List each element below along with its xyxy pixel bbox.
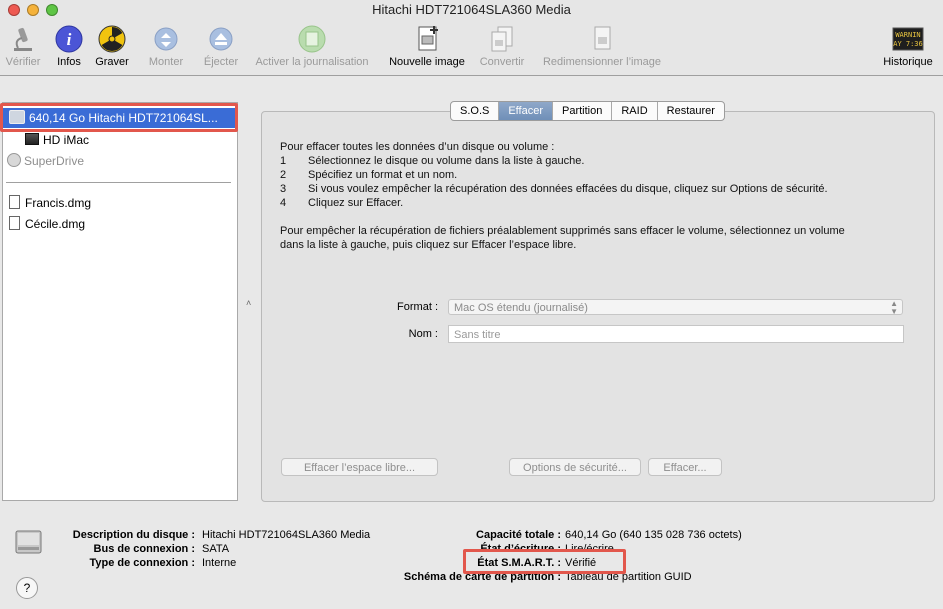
sidebar-item-volume[interactable]: HD iMac: [25, 130, 89, 150]
info-icon: i: [54, 24, 84, 54]
total-capacity-value: 640,14 Go (640 135 028 736 octets): [565, 529, 742, 541]
info-button[interactable]: i Infos: [53, 24, 85, 68]
step-text: Si vous voulez empêcher la récupération …: [308, 183, 828, 195]
convert-icon: [487, 24, 517, 54]
svg-text:i: i: [67, 30, 72, 49]
burn-label: Graver: [95, 56, 129, 68]
disk-highlight-box: [0, 103, 238, 132]
security-options-button[interactable]: Options de sécurité...: [509, 458, 641, 476]
sidebar-item-image-cecile[interactable]: Cécile.dmg: [9, 214, 85, 234]
help-button[interactable]: ?: [16, 577, 38, 599]
smart-highlight-box: [463, 549, 626, 574]
resize-image-label: Redimensionner l’image: [542, 56, 661, 68]
mount-button[interactable]: Monter: [146, 24, 186, 68]
log-icon-text-2: AY 7:36: [893, 40, 923, 48]
sidebar-item-superdrive[interactable]: SuperDrive: [7, 151, 84, 171]
sidebar-superdrive-label: SuperDrive: [24, 154, 85, 168]
step-number: 3: [280, 183, 287, 195]
step-text: Cliquez sur Effacer.: [308, 197, 404, 209]
info-label: Infos: [57, 56, 81, 68]
disk-description-value: Hitachi HDT721064SLA360 Media: [202, 529, 371, 541]
free-space-info-line2: dans la liste à gauche, puis cliquez sur…: [280, 239, 577, 251]
format-label: Format :: [397, 301, 438, 313]
sidebar-item-image-francis[interactable]: Francis.dmg: [9, 193, 91, 213]
tab-erase[interactable]: Effacer: [499, 102, 553, 120]
sidebar-divider: [6, 182, 231, 183]
toolbar: Vérifier i Infos Graver Monter Éjecter A…: [0, 20, 943, 72]
erase-free-space-button[interactable]: Effacer l’espace libre...: [281, 458, 438, 476]
close-window-button[interactable]: [8, 4, 20, 16]
disk-info-icon: [14, 527, 43, 557]
burn-button[interactable]: Graver: [94, 24, 130, 68]
disk-sidebar[interactable]: 640,14 Go Hitachi HDT721064SL... HD iMac…: [2, 102, 238, 501]
optical-drive-icon: [7, 153, 21, 167]
tab-partition[interactable]: Partition: [553, 102, 613, 120]
total-capacity-label: Capacité totale :: [476, 529, 561, 541]
erase-intro: Pour effacer toutes les données d’un dis…: [280, 141, 555, 153]
disk-image-icon: [9, 216, 20, 230]
verify-label: Vérifier: [5, 56, 41, 68]
mount-icon: [151, 24, 181, 54]
connection-type-label: Type de connexion :: [89, 557, 195, 569]
convert-label: Convertir: [479, 56, 525, 68]
splitter-handle[interactable]: ˄: [246, 299, 251, 308]
help-icon: ?: [23, 581, 31, 595]
resize-image-button[interactable]: Redimensionner l’image: [537, 24, 667, 68]
erase-button[interactable]: Effacer...: [648, 458, 722, 476]
step-text: Spécifiez un format et un nom.: [308, 169, 458, 181]
new-image-icon: [412, 24, 442, 54]
connection-bus-value: SATA: [202, 543, 230, 555]
disk-description-label: Description du disque :: [72, 529, 195, 541]
tab-restore[interactable]: Restaurer: [658, 102, 724, 120]
step-number: 2: [280, 169, 287, 181]
sidebar-image-label: Cécile.dmg: [25, 217, 86, 231]
enable-journaling-label: Activer la journalisation: [255, 56, 369, 68]
step-number: 4: [280, 197, 287, 209]
eject-button[interactable]: Éjecter: [201, 24, 241, 68]
window-title: Hitachi HDT721064SLA360 Media: [372, 2, 571, 17]
enable-journaling-button[interactable]: Activer la journalisation: [248, 24, 376, 68]
name-label: Nom :: [408, 328, 438, 340]
resize-image-icon: [587, 24, 617, 54]
tab-bar: S.O.S Effacer Partition RAID Restaurer: [450, 101, 725, 121]
minimize-window-button[interactable]: [27, 4, 39, 16]
tab-raid[interactable]: RAID: [612, 102, 658, 120]
eject-label: Éjecter: [203, 56, 239, 68]
convert-button[interactable]: Convertir: [476, 24, 528, 68]
tab-first-aid[interactable]: S.O.S: [451, 102, 500, 120]
new-image-button[interactable]: Nouvelle image: [384, 24, 470, 68]
log-button[interactable]: WARNIN AY 7:36 Historique: [878, 24, 938, 68]
connection-bus-label: Bus de connexion :: [93, 543, 195, 555]
journal-icon: [297, 24, 327, 54]
step-number: 1: [280, 155, 287, 167]
zoom-window-button[interactable]: [46, 4, 58, 16]
free-space-info-line1: Pour empêcher la récupération de fichier…: [280, 225, 845, 237]
volume-icon: [25, 133, 39, 145]
burn-icon: [97, 24, 127, 54]
connection-type-value: Interne: [202, 557, 237, 569]
step-text: Sélectionnez le disque ou volume dans la…: [308, 155, 585, 167]
sidebar-image-label: Francis.dmg: [25, 196, 92, 210]
log-label: Historique: [883, 56, 933, 68]
disk-image-icon: [9, 195, 20, 209]
verify-button[interactable]: Vérifier: [3, 24, 43, 68]
sidebar-volume-label: HD iMac: [43, 133, 90, 147]
microscope-icon: [8, 24, 38, 54]
mount-label: Monter: [148, 56, 184, 68]
new-image-label: Nouvelle image: [389, 56, 465, 68]
updown-arrows-icon: ▲ ▼: [890, 299, 898, 316]
name-field[interactable]: Sans titre: [448, 325, 904, 343]
format-value: Mac OS étendu (journalisé): [454, 302, 588, 314]
eject-icon: [206, 24, 236, 54]
log-icon: WARNIN AY 7:36: [892, 24, 924, 54]
log-icon-text-1: WARNIN: [895, 31, 920, 39]
format-select[interactable]: Mac OS étendu (journalisé) ▲ ▼: [448, 299, 903, 316]
